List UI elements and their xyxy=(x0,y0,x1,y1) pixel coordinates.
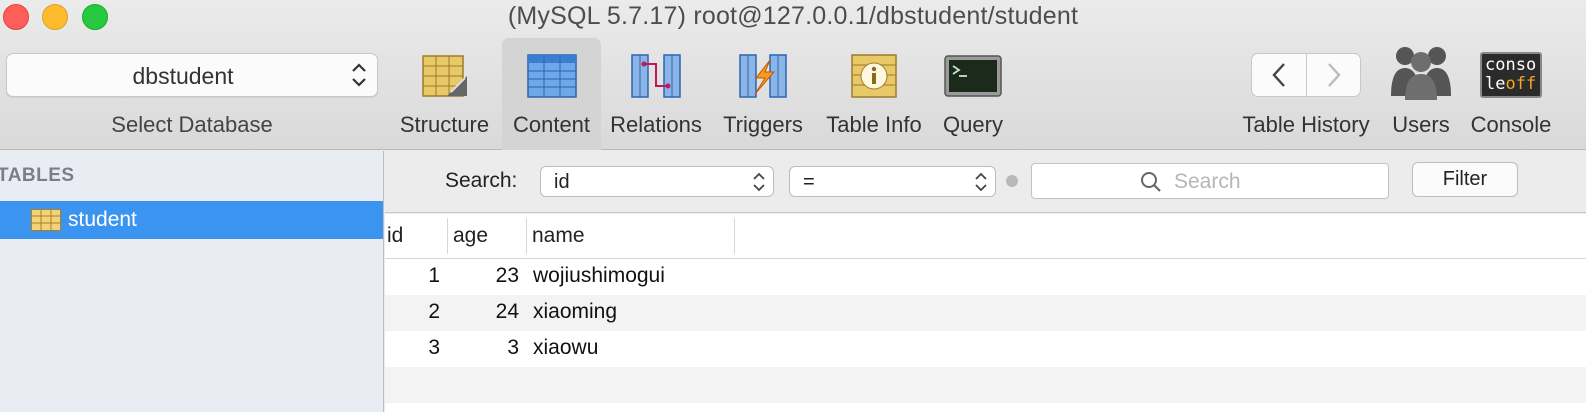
sidebar: TABLES student xyxy=(0,151,384,412)
field-select[interactable]: id xyxy=(540,166,774,197)
structure-icon xyxy=(421,55,467,97)
console-label: Console xyxy=(1470,112,1552,137)
cell-name: xiaowu xyxy=(533,336,599,359)
content-table: id age name 1 23 wojiushimogui 2 24 xiao… xyxy=(385,214,1586,412)
tab-structure[interactable]: Structure xyxy=(393,38,496,150)
tab-triggers[interactable]: Triggers xyxy=(716,38,810,150)
operator-select-value: = xyxy=(803,171,815,193)
column-divider[interactable] xyxy=(447,218,448,254)
console-icon: conso leoff xyxy=(1480,52,1542,98)
users-button[interactable]: Users xyxy=(1386,38,1456,150)
cell-id: 1 xyxy=(428,264,440,287)
tab-label: Table Info xyxy=(826,112,922,137)
select-database-label: Select Database xyxy=(111,112,273,137)
column-header-name[interactable]: name xyxy=(532,214,585,258)
content-icon xyxy=(526,54,577,98)
column-divider[interactable] xyxy=(526,218,527,254)
tab-label: Content xyxy=(512,112,591,137)
search-label: Search: xyxy=(445,169,518,192)
column-divider[interactable] xyxy=(734,218,735,254)
database-select[interactable]: dbstudent xyxy=(6,53,378,97)
tab-query[interactable]: Query xyxy=(936,38,1010,150)
console-icon-text: le xyxy=(1485,74,1506,94)
history-back-button[interactable] xyxy=(1252,54,1306,96)
chevron-updown-icon xyxy=(352,63,366,87)
triggers-icon xyxy=(739,54,787,98)
chevron-left-icon xyxy=(1272,63,1285,87)
table-row[interactable]: 1 23 wojiushimogui xyxy=(385,259,1586,295)
history-forward-button[interactable] xyxy=(1307,54,1361,96)
table-row[interactable]: 2 24 xiaoming xyxy=(385,295,1586,331)
filter-bar: Search: id = Search Filter xyxy=(385,151,1586,213)
column-header-id[interactable]: id xyxy=(387,214,403,258)
sidebar-item-student[interactable]: student xyxy=(0,201,383,239)
tab-content[interactable]: Content xyxy=(502,38,601,150)
empty-row xyxy=(385,367,1586,403)
console-icon-state: off xyxy=(1505,74,1537,94)
chevron-right-icon xyxy=(1328,63,1341,87)
cell-age: 24 xyxy=(495,300,519,323)
chevron-updown-icon xyxy=(753,172,765,192)
field-select-value: id xyxy=(554,171,570,193)
cell-id: 3 xyxy=(428,336,440,359)
table-icon xyxy=(31,209,61,231)
database-select-value: dbstudent xyxy=(132,63,234,89)
operator-select[interactable]: = xyxy=(789,166,996,197)
tab-label: Relations xyxy=(610,112,702,137)
toolbar: (MySQL 5.7.17) root@127.0.0.1/dbstudent/… xyxy=(0,0,1586,150)
column-header-age[interactable]: age xyxy=(453,214,488,258)
table-info-icon xyxy=(851,54,897,98)
users-icon xyxy=(1391,47,1451,100)
cell-name: wojiushimogui xyxy=(533,264,665,287)
users-label: Users xyxy=(1392,112,1450,137)
search-placeholder: Search xyxy=(1174,170,1241,193)
window-title: (MySQL 5.7.17) root@127.0.0.1/dbstudent/… xyxy=(507,2,1079,30)
tab-label: Query xyxy=(943,112,1003,137)
query-icon xyxy=(944,55,1002,97)
table-history-label: Table History xyxy=(1242,112,1370,137)
status-dot xyxy=(1006,175,1018,187)
relations-icon xyxy=(631,54,681,98)
table-header: id age name xyxy=(385,214,1586,259)
sidebar-item-label: student xyxy=(68,208,137,231)
tables-header: TABLES xyxy=(0,165,75,186)
history-nav xyxy=(1251,53,1361,97)
tab-label: Structure xyxy=(399,112,490,137)
cell-name: xiaoming xyxy=(533,300,618,323)
tab-relations[interactable]: Relations xyxy=(606,38,706,150)
chevron-updown-icon xyxy=(975,172,987,192)
console-button[interactable]: conso leoff Console xyxy=(1466,38,1556,150)
search-icon xyxy=(1141,172,1161,192)
cell-age: 23 xyxy=(495,264,519,287)
tab-label: Triggers xyxy=(723,112,803,137)
tab-table-info[interactable]: Table Info xyxy=(820,38,928,150)
console-icon-text: conso xyxy=(1485,55,1537,75)
cell-id: 2 xyxy=(428,300,440,323)
table-row[interactable]: 3 3 xiaowu xyxy=(385,331,1586,367)
search-input[interactable]: Search xyxy=(1031,163,1389,199)
cell-age: 3 xyxy=(507,336,519,359)
filter-button[interactable]: Filter xyxy=(1412,162,1518,197)
